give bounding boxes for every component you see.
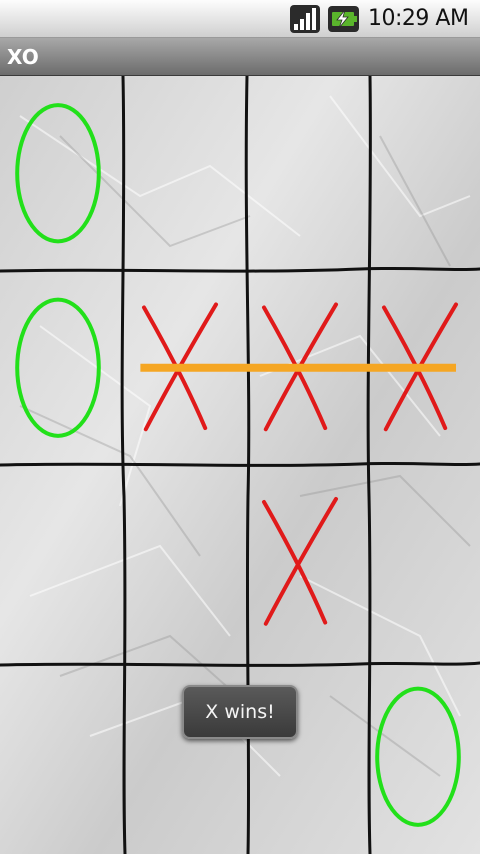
toast-message: X wins! (205, 701, 275, 723)
cell-r3-c3[interactable] (360, 660, 480, 854)
cell-r2-c0[interactable] (0, 465, 120, 660)
cell-r1-c0[interactable] (0, 271, 120, 466)
status-clock: 10:29 AM (368, 6, 469, 31)
cell-r0-c1[interactable] (120, 76, 240, 271)
cell-r2-c3[interactable] (360, 465, 480, 660)
cell-r3-c0[interactable] (0, 660, 120, 854)
cell-r0-c0[interactable] (0, 76, 120, 271)
status-bar: 10:29 AM (0, 0, 480, 38)
title-bar: XO (0, 38, 480, 76)
battery-charging-icon (328, 6, 359, 32)
signal-bars-icon (290, 5, 320, 33)
game-result-toast: X wins! (182, 685, 298, 739)
cell-r0-c2[interactable] (240, 76, 360, 271)
cell-r0-c3[interactable] (360, 76, 480, 271)
cell-r2-c1[interactable] (120, 465, 240, 660)
cell-r2-c2[interactable] (240, 465, 360, 660)
app-title: XO (7, 45, 39, 69)
